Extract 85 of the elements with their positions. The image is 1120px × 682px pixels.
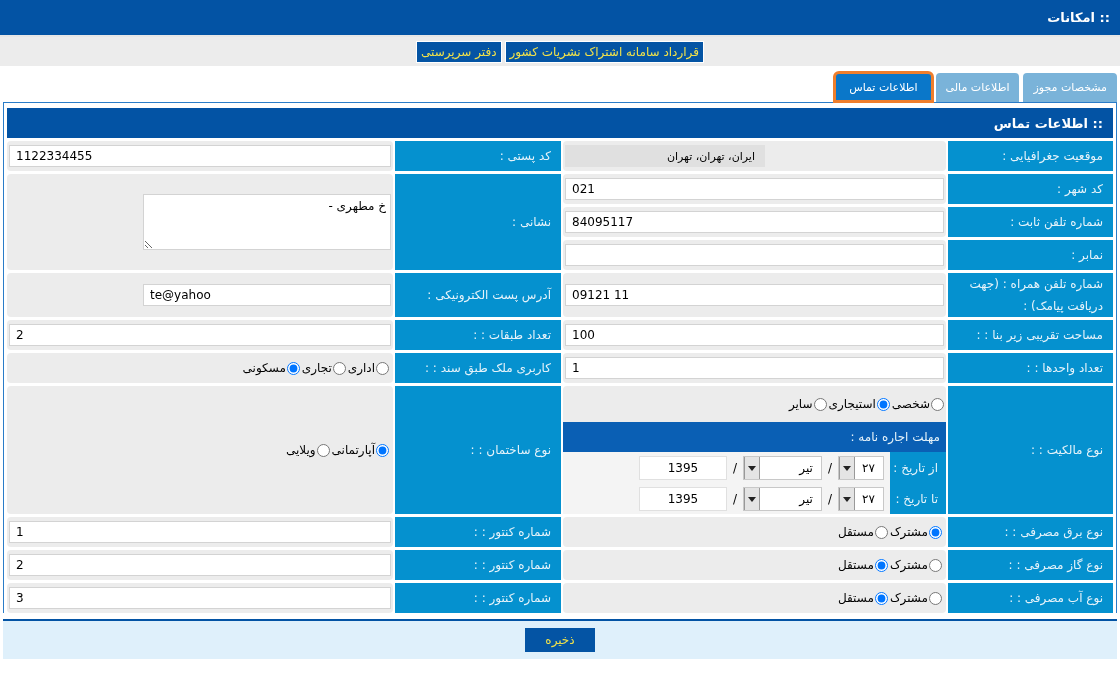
radio-label: مستقل [837,525,874,539]
date-separator: / [827,491,832,506]
field-label: نوع گاز مصرفی : : [948,550,1113,580]
radio-button[interactable] [332,361,346,375]
field-label: کاربری ملک طبق سند : : [395,353,561,383]
email-field[interactable]: te@yahoo [143,284,391,306]
radio-button[interactable] [929,591,942,605]
field-label: آدرس پست الکترونیکی : [395,273,561,317]
field-label: شماره کنتور : : [395,550,561,580]
input-field[interactable] [565,244,944,266]
caret-icon [839,456,855,479]
input-field[interactable]: 021 [565,178,944,200]
radio-label: مسکونی [242,361,286,375]
radio-label: ویلایی [285,443,316,457]
caret-icon [839,487,855,510]
month-dropdown[interactable]: تیر [742,455,822,480]
radio-label: استیجاری [828,397,876,411]
field-label: کد شهر : [948,174,1113,204]
input-field[interactable]: 1122334455 [9,145,391,167]
radio-button[interactable] [931,397,944,411]
field-label: نوع برق مصرفی : : [948,517,1113,547]
input-field[interactable]: 2 [9,554,391,576]
radio-label: آپارتمانی [331,443,375,457]
field-label: نوع آب مصرفی : : [948,583,1113,613]
field-label: نمابر : [948,240,1113,270]
input-field[interactable]: 1 [9,521,391,543]
field-label: نوع ساختمان : : [395,386,561,514]
input-field[interactable]: 100 [565,324,944,346]
radio-button[interactable] [874,525,888,539]
radio-label: شخصی [891,397,930,411]
field-label: مساحت تقریبی زیر بنا : : [948,320,1113,350]
day-dropdown[interactable]: ۲۷ [838,455,884,480]
lease-title: مهلت اجاره نامه : [563,422,946,452]
caret-icon [743,456,760,479]
radio-button[interactable] [376,361,389,375]
field-label: نشانی : [395,174,561,270]
field-label: شماره کنتور : : [395,583,561,613]
date-label: از تاریخ : [892,459,939,477]
page-title: :: امکانات [1047,10,1110,25]
radio-button[interactable] [929,558,942,572]
radio-button[interactable] [876,397,890,411]
radio-button[interactable] [316,443,330,457]
year-field[interactable]: 1395 [638,486,727,511]
radio-label: مشترک [889,525,928,539]
field-label: شماره تلفن ثابت : [948,207,1113,237]
day-dropdown[interactable]: ۲۷ [838,486,884,511]
section-title: :: اطلاعات تماس [7,108,1113,138]
field-label: شماره کنتور : : [395,517,561,547]
radio-label: اداری [347,361,375,375]
field-label: شماره تلفن همراه : (جهت دریافت پیامک) : [948,273,1113,317]
radio-button[interactable] [874,558,888,572]
address-field[interactable]: خ مطهری - [143,194,391,250]
field-label: تعداد واحدها : : [948,353,1113,383]
radio-label: مستقل [837,558,874,572]
date-separator: / [732,460,737,475]
radio-label: سایر [788,397,813,411]
tab[interactable]: اطلاعات تماس [835,73,932,101]
input-field[interactable]: 3 [9,587,391,609]
radio-label: تجاری [301,361,332,375]
radio-label: مشترک [889,558,928,572]
date-separator: / [732,491,737,506]
radio-label: مشترک [889,591,928,605]
nav-link[interactable]: قرارداد سامانه اشتراک نشریات کشور [504,40,704,63]
field-label: نوع مالکیت : : [948,386,1113,514]
radio-label: مستقل [837,591,874,605]
date-separator: / [827,460,832,475]
field-label: کد پستی : [395,141,561,171]
input-field[interactable]: 2 [9,324,391,346]
input-field[interactable]: 09121 11 [565,284,944,306]
caret-icon [743,487,760,510]
nav-link[interactable]: دفتر سرپرستی [416,40,502,63]
radio-button[interactable] [813,397,827,411]
field-label: موقعیت جغرافیایی : [948,141,1113,171]
field-label: تعداد طبقات : : [395,320,561,350]
location-value: ایران، تهران، تهران [565,145,765,167]
radio-button[interactable] [376,443,389,457]
input-field[interactable]: 1 [565,357,944,379]
month-dropdown[interactable]: تیر [742,486,822,511]
radio-button[interactable] [874,591,888,605]
save-button[interactable]: ذخیره [525,628,595,652]
radio-button[interactable] [286,361,300,375]
radio-button[interactable] [929,525,942,539]
input-field[interactable]: 84095117 [565,211,944,233]
date-label: تا تاریخ : [894,490,939,509]
year-field[interactable]: 1395 [638,455,727,480]
